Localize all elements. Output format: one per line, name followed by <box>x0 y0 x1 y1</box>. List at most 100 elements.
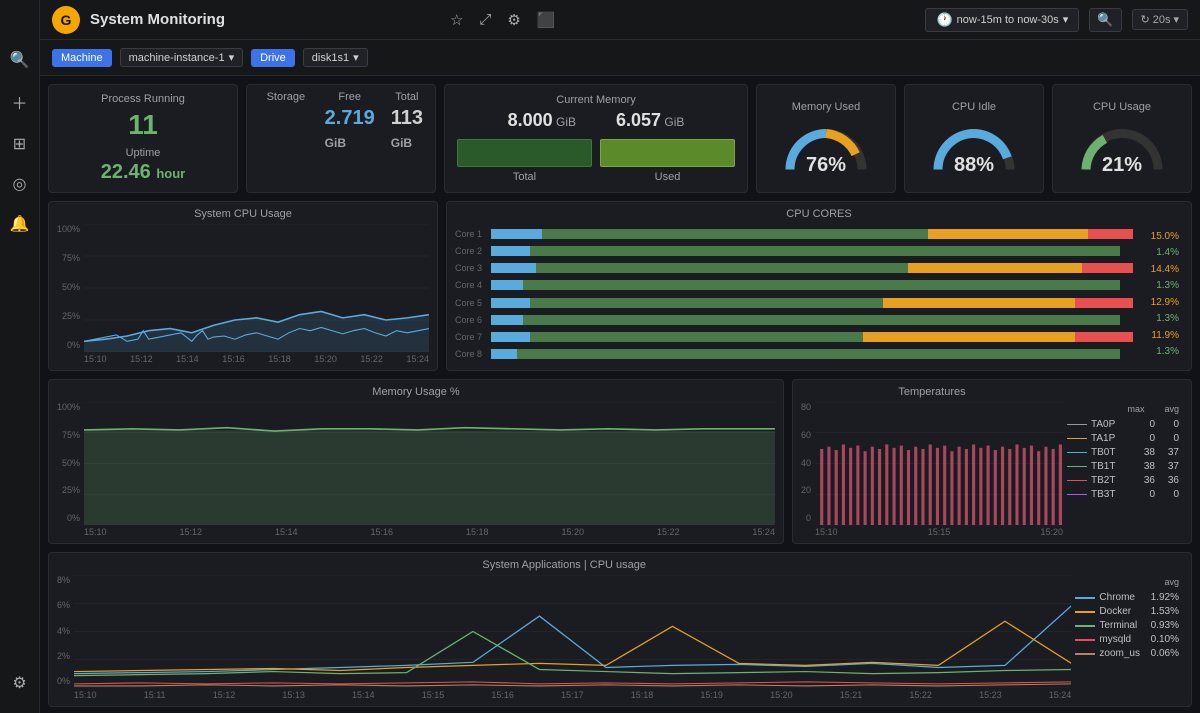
uptime-label: Uptime <box>101 147 186 159</box>
charts-row: System CPU Usage 100% 75% 50% 25% 0% <box>48 201 1192 371</box>
sensor-ta0p: TA0P 0 0 <box>1067 419 1179 430</box>
temp-svg-wrap: 15:10 15:15 15:20 <box>815 402 1063 537</box>
sidebar-search-icon[interactable]: 🔍 <box>10 50 30 70</box>
app-legend-header: avg <box>1075 577 1179 587</box>
memory-values: 8.000 GiB 6.057 GiB <box>457 110 735 131</box>
app-chart-title: System Applications | CPU usage <box>57 559 1071 571</box>
memory-total-bar-label: Total <box>457 171 592 183</box>
stats-row: Process Running 11 Uptime 22.46 hour Sto… <box>48 84 1192 193</box>
storage-free-label: Free <box>325 91 375 103</box>
storage-card: Storage Free 2.719 GiB Total 113 GiB <box>246 84 436 193</box>
drive-tag[interactable]: Drive <box>251 49 295 67</box>
app-chart-inner: 8% 6% 4% 2% 0% <box>57 575 1071 700</box>
memory-label: Current Memory <box>457 94 735 106</box>
temp-legend-header: max avg <box>1067 404 1179 414</box>
memory-chart-area: 15:10 15:12 15:14 15:16 15:18 15:20 15:2… <box>84 402 775 537</box>
sensor-tb2t: TB2T 36 36 <box>1067 475 1179 486</box>
cpu-chart-y-labels: 100% 75% 50% 25% 0% <box>57 224 84 364</box>
process-value: 11 <box>128 109 158 141</box>
storage-label: Storage <box>259 91 313 103</box>
app-svg-wrap: 15:10 15:11 15:12 15:13 15:14 15:15 15:1… <box>74 575 1071 700</box>
cpu-chart-svg <box>84 224 429 352</box>
app-title: System Monitoring <box>90 11 437 28</box>
machine-instance-dropdown[interactable]: machine-instance-1 ▾ <box>120 48 244 67</box>
storage-total-value: 113 GiB <box>391 107 423 153</box>
core-8-pct: 1.3% <box>1133 346 1183 357</box>
memory-total-bar <box>457 139 592 167</box>
memory-used-val: 6.057 GiB <box>616 110 684 131</box>
zoom-out-icon[interactable]: 🔍 <box>1089 8 1121 32</box>
core-1-pct: 15.0% <box>1133 231 1183 242</box>
time-range-button[interactable]: 🕐 now-15m to now-30s ▾ <box>925 8 1079 32</box>
drive-label: disk1s1 <box>312 52 349 64</box>
cpu-usage-gauge: CPU Usage 21% <box>1052 84 1192 193</box>
memory-chart-svg <box>84 402 775 525</box>
refresh-button[interactable]: ↻ 20s ▾ <box>1132 9 1189 30</box>
memory-usage-title: Memory Usage % <box>57 386 775 398</box>
memory-used-gauge: Memory Used 76% <box>756 84 896 193</box>
app-docker: Docker 1.53% <box>1075 606 1179 617</box>
sensor-tb1t: TB1T 38 37 <box>1067 461 1179 472</box>
temp-x-labels: 15:10 15:15 15:20 <box>815 527 1063 537</box>
app-mysqld: mysqld 0.10% <box>1075 634 1179 645</box>
core-7-pct: 11.9% <box>1133 330 1183 341</box>
memory-card: Current Memory 8.000 GiB 6.057 GiB Total… <box>444 84 748 193</box>
app-chart-main: System Applications | CPU usage 8% 6% 4%… <box>57 559 1071 700</box>
temp-chart-area: Temperatures 80 60 40 20 0 <box>801 386 1063 537</box>
memory-x-labels: 15:10 15:12 15:14 15:16 15:18 15:20 15:2… <box>84 527 775 537</box>
cpu-chart-inner: 100% 75% 50% 25% 0% <box>57 224 429 364</box>
cpu-chart-x-labels: 15:10 15:12 15:14 15:16 15:18 15:20 15:2… <box>84 354 429 364</box>
refresh-interval: 20s <box>1153 14 1171 26</box>
chevron-down-icon: ▾ <box>1063 13 1069 26</box>
sidebar-add-icon[interactable]: ＋ <box>11 90 27 114</box>
core-5-pct: 12.9% <box>1133 297 1183 308</box>
monitor-icon[interactable]: ⬛ <box>534 8 559 32</box>
sidebar-gear-icon[interactable]: ⚙ <box>12 673 26 693</box>
memory-used-label: Memory Used <box>792 101 860 113</box>
uptime-value: 22.46 hour <box>101 161 186 184</box>
storage-total-col: Total 113 GiB <box>391 91 423 153</box>
temp-chart-inner: 80 60 40 20 0 <box>801 402 1063 537</box>
star-icon[interactable]: ☆ <box>447 8 466 32</box>
toolbar: Machine machine-instance-1 ▾ Drive disk1… <box>40 40 1200 76</box>
memory-y-labels: 100% 75% 50% 25% 0% <box>57 402 84 537</box>
cpu-idle-percent: 88% <box>954 154 994 177</box>
temp-y-labels: 80 60 40 20 0 <box>801 402 815 537</box>
machine-tag[interactable]: Machine <box>52 49 112 67</box>
drive-dropdown[interactable]: disk1s1 ▾ <box>303 48 368 67</box>
memory-used-gauge-visual: 76% <box>781 117 871 177</box>
core-4-pct: 1.3% <box>1133 280 1183 291</box>
share-icon[interactable]: ⤢ <box>476 8 494 31</box>
settings-icon[interactable]: ⚙ <box>504 8 523 32</box>
middle-row: Memory Usage % 100% 75% 50% 25% 0% <box>48 379 1192 544</box>
memory-usage-chart-card: Memory Usage % 100% 75% 50% 25% 0% <box>48 379 784 544</box>
process-label: Process Running <box>101 93 185 105</box>
storage-free-value: 2.719 GiB <box>325 107 375 153</box>
cpu-idle-gauge: CPU Idle 88% <box>904 84 1044 193</box>
core-2-row: Core 2 <box>455 243 1133 258</box>
clock-icon: 🕐 <box>936 12 952 28</box>
cores-bars-area: Core 1 Core 2 <box>455 224 1133 364</box>
cores-legend: 15.0% 1.4% 14.4% 1.3% 12.9% 1.3% 11.9% 1… <box>1133 224 1183 364</box>
machine-instance-label: machine-instance-1 <box>129 52 225 64</box>
cpu-cores-chart-card: CPU CORES Core 1 Core 2 <box>446 201 1192 371</box>
core-4-row: Core 4 <box>455 278 1133 293</box>
sidebar: 🔍 ＋ ⊞ ◎ 🔔 ⚙ <box>0 0 40 713</box>
memory-bars <box>457 139 735 167</box>
core-2-pct: 1.4% <box>1133 247 1183 258</box>
app-zoom: zoom_us 0.06% <box>1075 648 1179 659</box>
temp-legend: max avg TA0P 0 0 TA1P 0 0 TB0T <box>1063 386 1183 537</box>
app-logo: G <box>52 6 80 34</box>
sensor-ta1p: TA1P 0 0 <box>1067 433 1179 444</box>
sidebar-bell-icon[interactable]: 🔔 <box>10 214 30 234</box>
dropdown-chevron-2: ▾ <box>353 51 359 64</box>
sensor-tb3t: TB3T 0 0 <box>1067 489 1179 500</box>
cpu-usage-gauge-visual: 21% <box>1077 117 1167 177</box>
sensor-tb0t: TB0T 38 37 <box>1067 447 1179 458</box>
refresh-chevron: ▾ <box>1173 13 1179 26</box>
sidebar-grid-icon[interactable]: ⊞ <box>13 134 26 154</box>
sidebar-compass-icon[interactable]: ◎ <box>13 174 27 194</box>
app-chart-svg <box>74 575 1071 688</box>
app-x-labels: 15:10 15:11 15:12 15:13 15:14 15:15 15:1… <box>74 690 1071 700</box>
core-6-pct: 1.3% <box>1133 313 1183 324</box>
